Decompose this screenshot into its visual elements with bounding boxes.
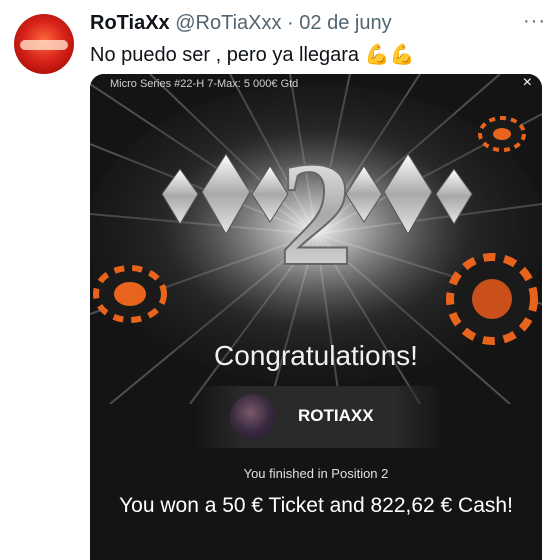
author-handle[interactable]: @RoTiaXxx	[175, 12, 281, 34]
finished-position-text: You finished in Position 2	[243, 466, 389, 481]
player-name: ROTIAXX	[298, 406, 374, 425]
player-avatar	[230, 394, 276, 440]
author-avatar[interactable]	[14, 14, 74, 74]
window-title: Micro Series #22-H 7-Max: 5 000€ Gtd	[110, 78, 299, 90]
attached-image[interactable]: 2 Micro Series #22-H 7-Max: 5 000€ Gtd ×…	[90, 74, 542, 560]
poker-chip-right-icon	[446, 253, 538, 345]
tweet-date[interactable]: 02 de juny	[299, 12, 391, 34]
diamond-ornament-left	[161, 153, 289, 236]
separator-dot: ·	[287, 12, 294, 34]
avatar-decoration	[20, 40, 68, 50]
close-icon[interactable]: ×	[523, 74, 532, 92]
diamond-ornament-right	[345, 153, 473, 236]
more-dots-icon[interactable]: ···	[523, 10, 546, 33]
tweet-body: No puedo ser , pero ya llegara	[90, 44, 360, 66]
player-panel: ROTIAXX	[194, 386, 444, 448]
congratulations-heading: Congratulations!	[214, 340, 418, 371]
tweet-header: RoTiaXx @RoTiaXxx · 02 de juny	[90, 12, 392, 35]
position-number: 2	[279, 131, 354, 297]
tweet-text: No puedo ser , pero ya llegara 💪💪	[90, 42, 414, 67]
poker-chip-left-icon	[93, 265, 167, 323]
author-name[interactable]: RoTiaXx	[90, 12, 170, 34]
winnings-text: You won a 50 € Ticket and 822,62 € Cash!	[119, 494, 513, 517]
flexed-biceps-emoji: 💪💪	[364, 44, 415, 66]
poker-chip-top-icon	[478, 116, 526, 152]
